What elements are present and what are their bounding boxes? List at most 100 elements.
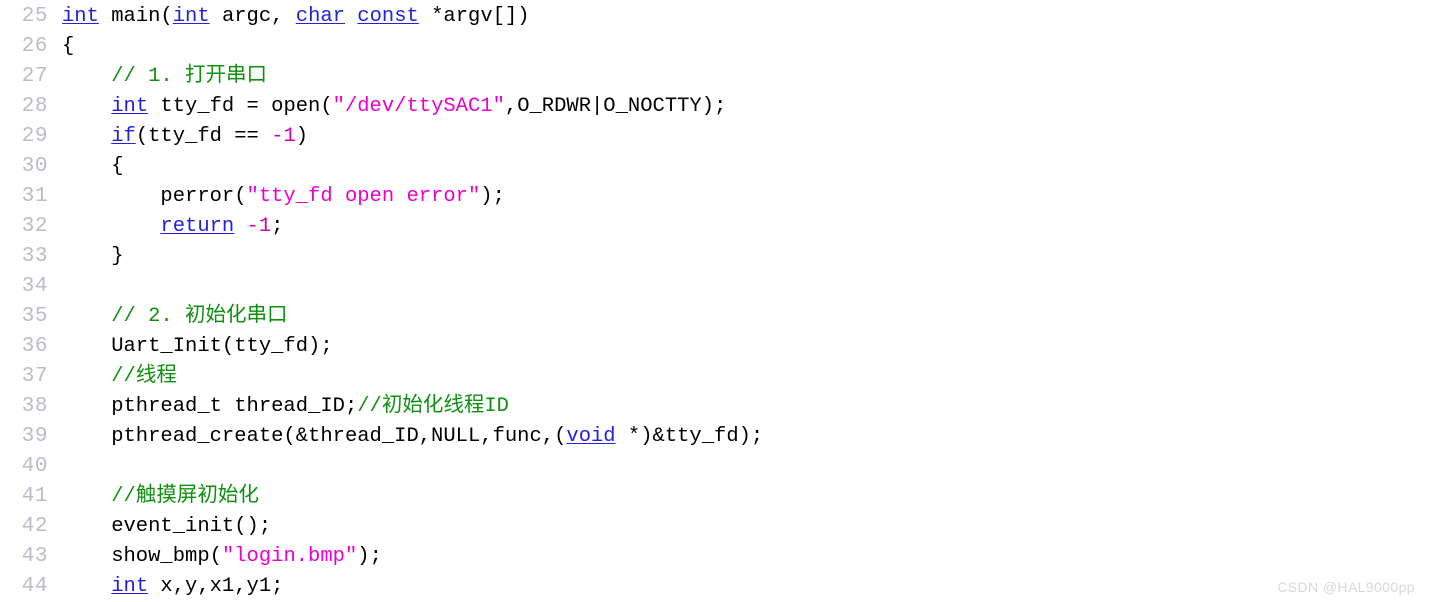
code-token-plain: pthread_t thread_ID; bbox=[62, 395, 358, 418]
line-number: 32 bbox=[21, 215, 48, 238]
code-token-num: -1 bbox=[271, 125, 296, 148]
code-token-plain: main( bbox=[111, 5, 173, 28]
code-line[interactable]: 37 //线程 bbox=[0, 362, 1429, 392]
code-token-plain: *argv[]) bbox=[418, 5, 530, 28]
code-line[interactable]: 41 //触摸屏初始化 bbox=[0, 482, 1429, 512]
line-number: 44 bbox=[21, 575, 48, 598]
code-token-comment: //初始化线程ID bbox=[357, 395, 509, 418]
line-number: 28 bbox=[21, 95, 48, 118]
line-number: 41 bbox=[21, 485, 48, 508]
code-token-comment: // 2. 初始化串口 bbox=[111, 305, 288, 328]
line-content[interactable]: pthread_create(&thread_ID,NULL,func,(voi… bbox=[62, 422, 1429, 452]
line-number: 31 bbox=[21, 185, 48, 208]
line-content[interactable]: //触摸屏初始化 bbox=[62, 482, 1429, 512]
code-line[interactable]: 33 } bbox=[0, 242, 1429, 272]
line-content[interactable]: int tty_fd = open("/dev/ttySAC1",O_RDWR|… bbox=[62, 92, 1429, 122]
code-token-kw: int bbox=[111, 95, 149, 118]
code-line[interactable]: 29 if(tty_fd == -1) bbox=[0, 122, 1429, 152]
code-token-str: "tty_fd open error" bbox=[246, 185, 481, 208]
code-line[interactable]: 25 int main(int argc, char const *argv[]) bbox=[0, 2, 1429, 32]
code-line-list: 25 int main(int argc, char const *argv[])… bbox=[0, 0, 1429, 602]
code-line[interactable]: 44 int x,y,x1,y1; bbox=[0, 572, 1429, 602]
line-number: 43 bbox=[21, 545, 48, 568]
line-number: 25 bbox=[21, 5, 48, 28]
code-token-kw: void bbox=[566, 425, 616, 448]
line-content[interactable]: { bbox=[62, 152, 1429, 182]
code-token-plain: (tty_fd == bbox=[135, 125, 272, 148]
code-token-str: "/dev/ttySAC1" bbox=[332, 95, 505, 118]
code-line[interactable]: 26 { bbox=[0, 32, 1429, 62]
code-token-kw: int bbox=[172, 5, 210, 28]
line-content[interactable]: int main(int argc, char const *argv[]) bbox=[62, 2, 1429, 32]
line-content[interactable]: show_bmp("login.bmp"); bbox=[62, 542, 1429, 572]
line-content[interactable]: // 2. 初始化串口 bbox=[62, 302, 1429, 332]
line-content[interactable]: //线程 bbox=[62, 362, 1429, 392]
code-line[interactable]: 35 // 2. 初始化串口 bbox=[0, 302, 1429, 332]
line-number: 42 bbox=[21, 515, 48, 538]
code-token-kw: int bbox=[111, 575, 149, 598]
code-token-comment: // 1. 打开串口 bbox=[111, 65, 268, 88]
line-content[interactable]: // 1. 打开串口 bbox=[62, 62, 1429, 92]
code-line[interactable]: 27 // 1. 打开串口 bbox=[0, 62, 1429, 92]
line-number: 30 bbox=[21, 155, 48, 178]
line-content[interactable]: return -1; bbox=[62, 212, 1429, 242]
line-number: 27 bbox=[21, 65, 48, 88]
code-viewer: 25 int main(int argc, char const *argv[])… bbox=[0, 0, 1429, 601]
code-line[interactable]: 31 perror("tty_fd open error"); bbox=[0, 182, 1429, 212]
line-content[interactable]: if(tty_fd == -1) bbox=[62, 122, 1429, 152]
code-token-plain: *)&tty_fd); bbox=[615, 425, 764, 448]
code-token-plain: x,y,x1,y1; bbox=[148, 575, 284, 598]
code-line[interactable]: 38 pthread_t thread_ID;//初始化线程ID bbox=[0, 392, 1429, 422]
line-content[interactable]: int x,y,x1,y1; bbox=[62, 572, 1429, 602]
code-line[interactable]: 28 int tty_fd = open("/dev/ttySAC1",O_RD… bbox=[0, 92, 1429, 122]
code-line[interactable]: 34 bbox=[0, 272, 1429, 302]
code-token-comment: //线程 bbox=[111, 365, 177, 388]
line-number: 26 bbox=[21, 35, 48, 58]
line-content[interactable]: event_init(); bbox=[62, 512, 1429, 542]
code-token-str: "login.bmp" bbox=[221, 545, 358, 568]
code-token-plain: tty_fd = open( bbox=[148, 95, 333, 118]
code-token-kw: const bbox=[357, 5, 419, 28]
code-token-plain: ) bbox=[295, 125, 309, 148]
code-token-plain: ,O_RDWR|O_NOCTTY); bbox=[504, 95, 727, 118]
code-line[interactable]: 42 event_init(); bbox=[0, 512, 1429, 542]
line-number: 38 bbox=[21, 395, 48, 418]
line-content[interactable]: } bbox=[62, 242, 1429, 272]
code-line[interactable]: 36 Uart_Init(tty_fd); bbox=[0, 332, 1429, 362]
code-token-kw: int bbox=[62, 5, 99, 28]
line-content[interactable]: perror("tty_fd open error"); bbox=[62, 182, 1429, 212]
line-number: 34 bbox=[21, 275, 48, 298]
line-number: 33 bbox=[21, 245, 48, 268]
code-token-num: -1 bbox=[246, 215, 272, 238]
line-number: 36 bbox=[21, 335, 48, 358]
code-line[interactable]: 40 bbox=[0, 452, 1429, 482]
code-line[interactable]: 30 { bbox=[0, 152, 1429, 182]
line-content[interactable]: { bbox=[62, 32, 1429, 62]
line-number: 39 bbox=[21, 425, 48, 448]
code-token-comment: //触摸屏初始化 bbox=[111, 485, 259, 508]
code-token-plain: Uart_Init(tty_fd); bbox=[62, 335, 333, 358]
line-content[interactable]: pthread_t thread_ID;//初始化线程ID bbox=[62, 392, 1429, 422]
code-line[interactable]: 32 return -1; bbox=[0, 212, 1429, 242]
code-token-plain: } bbox=[62, 245, 124, 268]
code-line[interactable]: 43 show_bmp("login.bmp"); bbox=[0, 542, 1429, 572]
code-token-plain: event_init(); bbox=[62, 515, 272, 538]
code-token-kw: return bbox=[160, 215, 235, 238]
line-content[interactable]: Uart_Init(tty_fd); bbox=[62, 332, 1429, 362]
code-token-plain: ); bbox=[480, 185, 505, 208]
code-token-kw: if bbox=[111, 125, 136, 148]
line-number: 37 bbox=[21, 365, 48, 388]
code-token-plain: argc, bbox=[209, 5, 296, 28]
code-token-plain: ; bbox=[271, 215, 284, 238]
code-token-kw: char bbox=[295, 5, 345, 28]
code-line[interactable]: 39 pthread_create(&thread_ID,NULL,func,(… bbox=[0, 422, 1429, 452]
